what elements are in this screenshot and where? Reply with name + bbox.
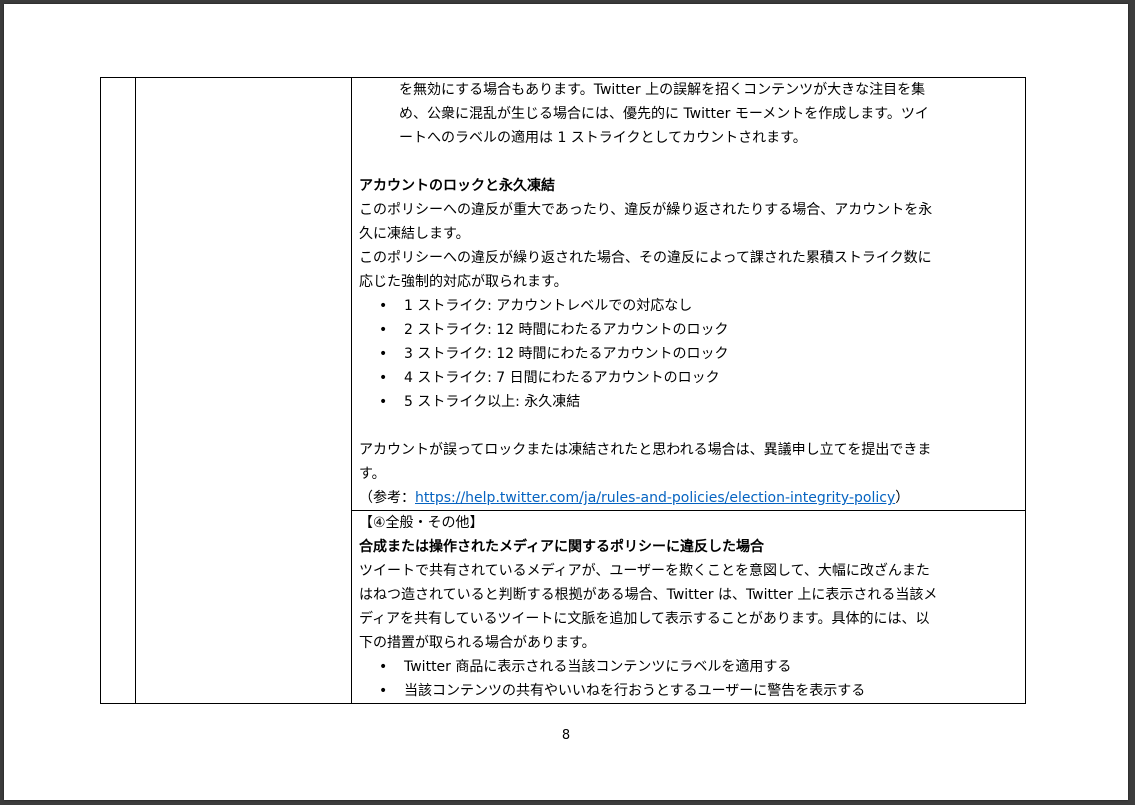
text-line: 下の措置が取られる場合があります。 <box>359 635 596 651</box>
text-line: 久に凍結します。 <box>359 226 470 242</box>
section-heading: 合成または操作されたメディアに関するポリシーに違反した場合 <box>359 539 765 555</box>
text-line: 応じた強制的対応が取られます。 <box>359 274 568 290</box>
paragraph: このポリシーへの違反が繰り返された場合、その違反によって課された累積ストライク数… <box>359 246 1019 294</box>
table-row: を無効にする場合もあります。Twitter 上の誤解を招くコンテンツが大きな注目… <box>100 77 1026 704</box>
section-label: 【④全般・その他】 <box>359 515 484 531</box>
table-cell-content: 【④全般・その他】 合成または操作されたメディアに関するポリシーに違反した場合 … <box>351 510 1026 704</box>
text-line: アカウントが誤ってロックまたは凍結されたと思われる場合は、異議申し立てを提出でき… <box>359 442 932 458</box>
reference-line: （参考：https://help.twitter.com/ja/rules-an… <box>359 490 910 506</box>
text-line: を無効にする場合もあります。Twitter 上の誤解を招くコンテンツが大きな注目… <box>399 82 926 98</box>
text-line: このポリシーへの違反が繰り返された場合、その違反によって課された累積ストライク数… <box>359 250 932 266</box>
reference-link[interactable]: https://help.twitter.com/ja/rules-and-po… <box>415 490 895 506</box>
text-line: す。 <box>359 466 386 482</box>
measure-list: Twitter 商品に表示される当該コンテンツにラベルを適用する 当該コンテンツ… <box>359 655 1019 703</box>
text-line: このポリシーへの違反が重大であったり、違反が繰り返されたりする場合、アカウントを… <box>359 202 933 218</box>
table-cell-content: を無効にする場合もあります。Twitter 上の誤解を招くコンテンツが大きな注目… <box>351 77 1026 511</box>
list-item: 4 ストライク: 7 日間にわたるアカウントのロック <box>359 366 1019 390</box>
table-cell-item <box>135 77 352 704</box>
strike-list: 1 ストライク: アカウントレベルでの対応なし 2 ストライク: 12 時間にわ… <box>359 294 1019 414</box>
text-line: め、公衆に混乱が生じる場合には、優先的に Twitter モーメントを作成します… <box>399 106 929 122</box>
content-table: を無効にする場合もあります。Twitter 上の誤解を招くコンテンツが大きな注目… <box>100 77 1026 704</box>
table-cell-number <box>100 77 136 704</box>
continued-paragraph: を無効にする場合もあります。Twitter 上の誤解を招くコンテンツが大きな注目… <box>359 78 1019 150</box>
text-line: ツイートで共有されているメディアが、ユーザーを欺くことを意図して、大幅に改ざんま… <box>359 563 930 579</box>
list-item: 2 ストライク: 12 時間にわたるアカウントのロック <box>359 318 1019 342</box>
text-line: はねつ造されていると判断する根拠がある場合、Twitter は、Twitter … <box>359 587 938 603</box>
paragraph: アカウントが誤ってロックまたは凍結されたと思われる場合は、異議申し立てを提出でき… <box>359 438 1019 486</box>
document-page: を無効にする場合もあります。Twitter 上の誤解を招くコンテンツが大きな注目… <box>4 4 1128 800</box>
paragraph: このポリシーへの違反が重大であったり、違反が繰り返されたりする場合、アカウントを… <box>359 198 1019 246</box>
text-line: ディアを共有しているツイートに文脈を追加して表示することがあります。具体的には、… <box>359 611 930 627</box>
paragraph: ツイートで共有されているメディアが、ユーザーを欺くことを意図して、大幅に改ざんま… <box>359 559 1019 655</box>
text-line: ートへのラベルの適用は 1 ストライクとしてカウントされます。 <box>399 130 807 146</box>
list-item: 3 ストライク: 12 時間にわたるアカウントのロック <box>359 342 1019 366</box>
section-heading: アカウントのロックと永久凍結 <box>359 178 555 194</box>
list-item: 5 ストライク以上: 永久凍結 <box>359 390 1019 414</box>
page-number: 8 <box>561 728 571 743</box>
list-item: Twitter 商品に表示される当該コンテンツにラベルを適用する <box>359 655 1019 679</box>
list-item: 当該コンテンツの共有やいいねを行おうとするユーザーに警告を表示する <box>359 679 1019 703</box>
list-item: 1 ストライク: アカウントレベルでの対応なし <box>359 294 1019 318</box>
